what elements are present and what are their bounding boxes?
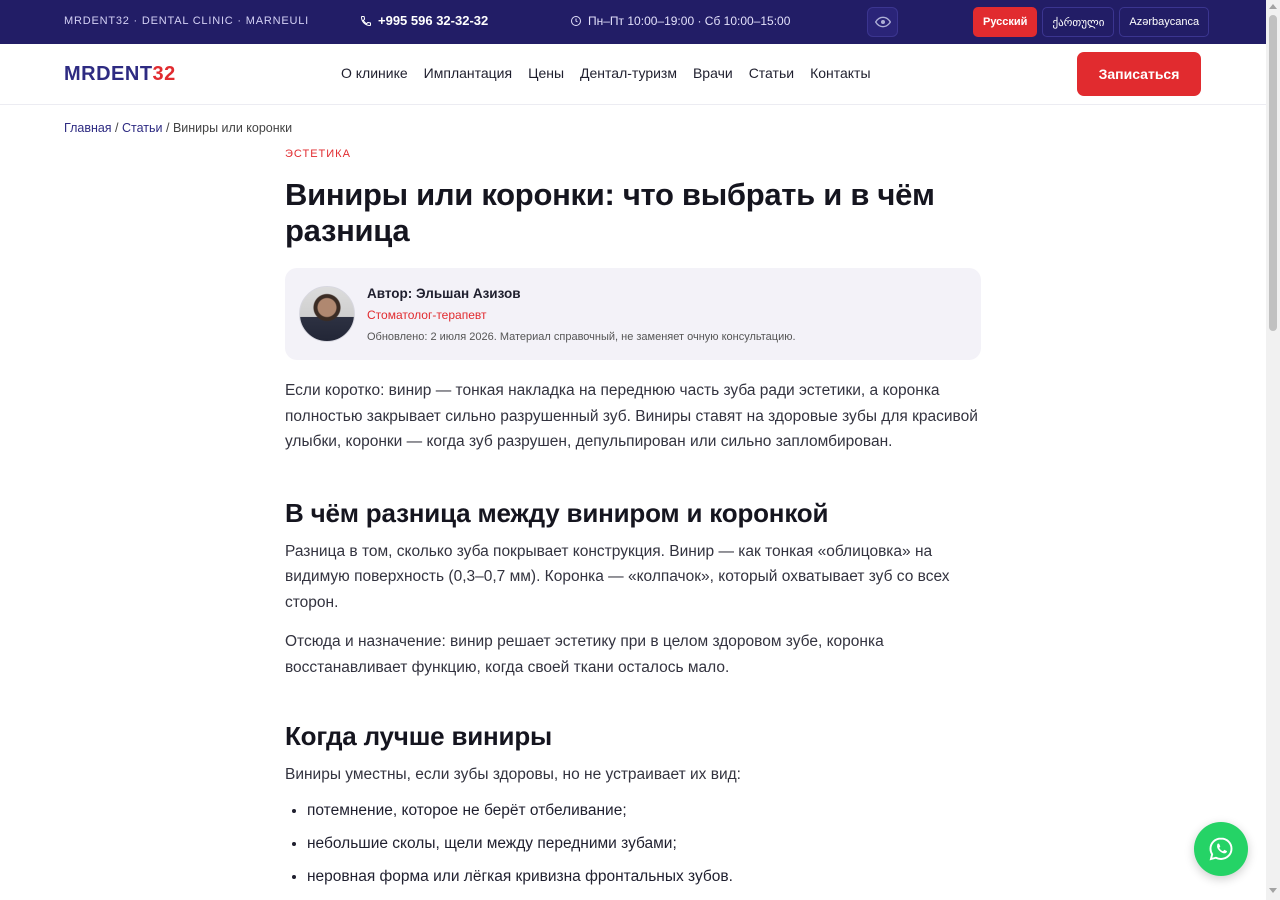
- site-logo[interactable]: MRDENT32: [64, 63, 176, 86]
- main-header: MRDENT32 О клинике Имплантация Цены Дент…: [0, 44, 1266, 105]
- list-item: небольшие сколы, щели между передними зу…: [307, 834, 981, 854]
- nav-about[interactable]: О клинике: [341, 65, 408, 81]
- list-item: потемнение, которое не берёт отбеливание…: [307, 801, 981, 821]
- whatsapp-icon: [1209, 837, 1233, 861]
- hours-text: Пн–Пт 10:00–19:00 · Сб 10:00–15:00: [588, 14, 791, 28]
- list-item: неровная форма или лёгкая кривизна фронт…: [307, 867, 981, 887]
- article: ЭСТЕТИКА Виниры или коронки: что выбрать…: [285, 148, 981, 900]
- working-hours: Пн–Пт 10:00–19:00 · Сб 10:00–15:00: [570, 14, 790, 28]
- top-bar: MRDENT32 · DENTAL CLINIC · MARNEULI +995…: [0, 0, 1266, 44]
- section-heading-veneers: Когда лучше виниры: [285, 721, 553, 751]
- clock-icon: [571, 16, 581, 26]
- phone-link[interactable]: +995 596 32-32-32: [360, 13, 488, 28]
- lang-georgian[interactable]: ქართული: [1042, 7, 1115, 37]
- scrollbar-thumb[interactable]: [1269, 15, 1277, 331]
- nav-contacts[interactable]: Контакты: [810, 65, 870, 81]
- author-role: Стоматолог-терапевт: [367, 308, 487, 322]
- eye-icon: [874, 16, 891, 28]
- breadcrumb-current: Виниры или коронки: [172, 121, 293, 135]
- logo-number: 32: [152, 63, 176, 85]
- breadcrumb-separator: /: [111, 121, 122, 135]
- section-paragraph: Отсюда и назначение: винир решает эстети…: [285, 633, 884, 676]
- section-intro: Виниры уместны, если зубы здоровы, но не…: [285, 766, 741, 783]
- phone-number: +995 596 32-32-32: [378, 13, 489, 28]
- nav-doctors[interactable]: Врачи: [693, 65, 733, 81]
- veneers-indications-list: потемнение, которое не берёт отбеливание…: [285, 801, 981, 887]
- phone-icon: [360, 15, 371, 26]
- lang-azerbaijani[interactable]: Azərbaycanca: [1119, 7, 1210, 37]
- scroll-down-arrow-icon[interactable]: [1269, 888, 1277, 893]
- author-card: Автор: Эльшан Азизов Стоматолог-терапевт…: [285, 268, 981, 360]
- nav-dental-tourism[interactable]: Дентал-туризм: [580, 65, 677, 81]
- section-paragraph: Разница в том, сколько зуба покрывает ко…: [285, 542, 950, 611]
- scroll-up-arrow-icon[interactable]: [1269, 4, 1277, 9]
- breadcrumb-separator: /: [162, 121, 173, 135]
- breadcrumb: Главная / Статьи / Виниры или коронки: [64, 121, 292, 135]
- nav-articles[interactable]: Статьи: [749, 65, 794, 81]
- book-appointment-button[interactable]: Записаться: [1077, 52, 1201, 96]
- article-lead: Если коротко: винир — тонкая накладка на…: [285, 382, 978, 450]
- nav-implantation[interactable]: Имплантация: [424, 65, 512, 81]
- breadcrumb-articles[interactable]: Статьи: [122, 121, 163, 135]
- article-update-note: Обновлено: 2 июля 2026. Материал справоч…: [367, 331, 796, 343]
- breadcrumb-home[interactable]: Главная: [64, 121, 112, 135]
- accessibility-button[interactable]: [867, 7, 898, 37]
- main-nav: О клинике Имплантация Цены Дентал-туризм…: [341, 65, 871, 81]
- author-name: Автор: Эльшан Азизов: [367, 286, 521, 301]
- nav-prices[interactable]: Цены: [528, 65, 564, 81]
- lang-russian[interactable]: Русский: [973, 7, 1038, 37]
- whatsapp-button[interactable]: [1194, 822, 1248, 876]
- clinic-tagline: MRDENT32 · DENTAL CLINIC · MARNEULI: [64, 15, 309, 27]
- language-switcher: Русский ქართული Azərbaycanca: [973, 7, 1210, 37]
- article-category: ЭСТЕТИКА: [285, 148, 351, 160]
- article-title: Виниры или коронки: что выбрать и в чём …: [285, 177, 935, 248]
- section-heading-difference: В чём разница между виниром и коронкой: [285, 497, 829, 528]
- page-scrollbar[interactable]: [1266, 0, 1280, 900]
- author-avatar: [299, 286, 355, 342]
- logo-text: MRDENT: [64, 63, 153, 85]
